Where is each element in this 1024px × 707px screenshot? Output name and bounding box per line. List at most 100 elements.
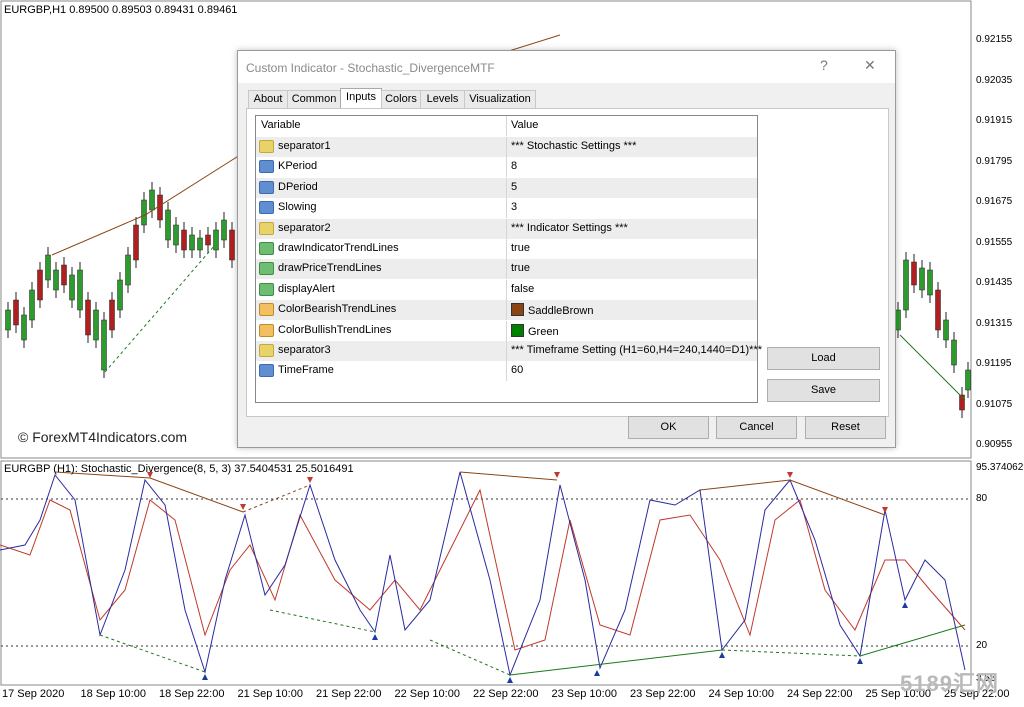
table-row[interactable]: displayAlert false xyxy=(256,279,757,300)
type-123-icon xyxy=(259,160,274,174)
tab-levels[interactable]: Levels xyxy=(420,90,465,108)
candle-body xyxy=(125,254,131,286)
value-text: true xyxy=(511,242,530,254)
table-row[interactable]: separator2 *** Indicator Settings *** xyxy=(256,218,757,239)
variable-cell: Slowing xyxy=(278,201,317,214)
table-row[interactable]: separator1 *** Stochastic Settings *** xyxy=(256,137,757,157)
value-cell[interactable]: 60 xyxy=(511,364,523,376)
tab-visualization[interactable]: Visualization xyxy=(464,90,536,108)
column-value[interactable]: Value xyxy=(511,119,538,131)
variable-cell: separator3 xyxy=(278,344,331,356)
price-axis-label: 0.92035 xyxy=(976,74,1013,86)
candle-body xyxy=(45,254,51,281)
time-axis-label: 22 Sep 10:00 xyxy=(394,688,460,700)
candle-body xyxy=(5,309,11,331)
candle-body xyxy=(919,267,925,291)
table-row[interactable]: separator3 *** Timeframe Setting (H1=60,H… xyxy=(256,341,762,361)
type-ab-icon xyxy=(259,344,274,357)
time-axis-label: 18 Sep 10:00 xyxy=(80,688,146,700)
candle-body xyxy=(173,224,179,246)
candle-body xyxy=(205,234,211,246)
tab-inputs[interactable]: Inputs xyxy=(340,88,382,109)
value-text: true xyxy=(511,262,530,275)
value-cell[interactable]: 8 xyxy=(511,160,517,172)
type-color-icon xyxy=(259,323,274,337)
variable-cell: DPeriod xyxy=(278,180,318,193)
type-123-icon xyxy=(259,364,274,378)
candle-body xyxy=(181,229,187,251)
grid-header: Variable Value xyxy=(256,116,757,136)
sub-level-20-label: 20 xyxy=(976,640,988,651)
tab-colors[interactable]: Colors xyxy=(381,90,421,108)
inputs-grid[interactable]: Variable Value separator1 *** Stochastic … xyxy=(255,115,762,403)
candle-body xyxy=(93,309,99,341)
cancel-button[interactable]: Cancel xyxy=(716,416,797,439)
table-row[interactable]: drawIndicatorTrendLines true xyxy=(256,239,757,259)
value-text: 8 xyxy=(511,160,518,173)
candle-body xyxy=(85,299,91,336)
value-cell[interactable]: 3 xyxy=(511,201,517,213)
tab-about[interactable]: About xyxy=(248,90,288,108)
value-cell[interactable]: SaddleBrown xyxy=(511,303,593,317)
table-row[interactable]: DPeriod 5 xyxy=(256,177,757,198)
type-bool-icon xyxy=(259,262,274,276)
table-row[interactable]: Slowing 3 xyxy=(256,198,757,219)
variable-cell: ColorBearishTrendLines xyxy=(278,303,397,316)
type-123-icon xyxy=(259,180,274,194)
candle-body xyxy=(903,259,909,311)
value-cell[interactable]: true xyxy=(511,262,530,274)
value-text: false xyxy=(511,282,535,295)
candle-body xyxy=(21,314,27,341)
color-swatch xyxy=(511,303,524,317)
value-cell[interactable]: 5 xyxy=(511,181,517,193)
type-123-icon xyxy=(259,201,274,215)
reset-button[interactable]: Reset xyxy=(805,416,886,439)
price-axis-label: 0.90955 xyxy=(976,439,1013,450)
save-button[interactable]: Save xyxy=(767,379,880,402)
close-icon[interactable]: ✕ xyxy=(864,57,876,74)
candle-body xyxy=(935,289,941,331)
candle-body xyxy=(69,274,75,301)
ok-button[interactable]: OK xyxy=(628,416,709,439)
time-axis-label: 24 Sep 10:00 xyxy=(708,688,774,700)
tab-common[interactable]: Common xyxy=(287,90,341,108)
variable-cell: KPeriod xyxy=(278,160,318,173)
value-text: 3 xyxy=(511,201,518,214)
candle-body xyxy=(213,229,219,251)
table-row[interactable]: drawPriceTrendLines true xyxy=(256,259,757,280)
price-axis-label: 0.91795 xyxy=(976,155,1013,167)
candle-body xyxy=(229,229,235,261)
color-swatch xyxy=(511,323,524,337)
value-cell[interactable]: Green xyxy=(511,323,559,338)
table-row[interactable]: ColorBullishTrendLines Green xyxy=(256,320,757,341)
table-row[interactable]: ColorBearishTrendLines SaddleBrown xyxy=(256,300,757,321)
value-cell[interactable]: true xyxy=(511,242,530,254)
price-axis-label: 0.91075 xyxy=(976,398,1013,410)
custom-indicator-dialog[interactable]: Custom Indicator - Stochastic_Divergence… xyxy=(237,50,896,448)
variable-cell: drawPriceTrendLines xyxy=(278,262,382,275)
candle-body xyxy=(965,369,971,391)
table-row[interactable]: TimeFrame 60 xyxy=(256,361,757,382)
price-axis-label: 0.92155 xyxy=(976,34,1013,45)
table-row[interactable]: KPeriod 8 xyxy=(256,157,757,178)
help-icon[interactable]: ? xyxy=(820,57,828,73)
price-axis-label: 0.91915 xyxy=(976,115,1013,126)
candle-body xyxy=(101,319,107,371)
candle-body xyxy=(53,269,59,291)
load-button[interactable]: Load xyxy=(767,347,880,370)
stochastic-title: EURGBP (H1): Stochastic_Divergence(8, 5,… xyxy=(4,463,354,475)
price-axis-label: 0.91315 xyxy=(976,317,1013,329)
value-cell[interactable]: *** Indicator Settings *** xyxy=(511,222,628,234)
value-cell[interactable]: false xyxy=(511,283,534,295)
candle-body xyxy=(927,269,933,296)
candle-body xyxy=(197,237,203,251)
value-cell[interactable]: *** Timeframe Setting (H1=60,H4=240,1440… xyxy=(511,344,762,356)
column-variable[interactable]: Variable xyxy=(261,119,301,131)
dialog-titlebar[interactable]: Custom Indicator - Stochastic_Divergence… xyxy=(238,51,895,83)
watermark: © ForexMT4Indicators.com xyxy=(18,429,188,445)
stochastic-subchart[interactable]: EURGBP (H1): Stochastic_Divergence(8, 5,… xyxy=(0,460,1024,686)
type-bool-icon xyxy=(259,282,274,296)
value-cell[interactable]: *** Stochastic Settings *** xyxy=(511,140,636,152)
time-axis-label: 24 Sep 22:00 xyxy=(787,688,853,700)
candle-body xyxy=(951,339,957,366)
